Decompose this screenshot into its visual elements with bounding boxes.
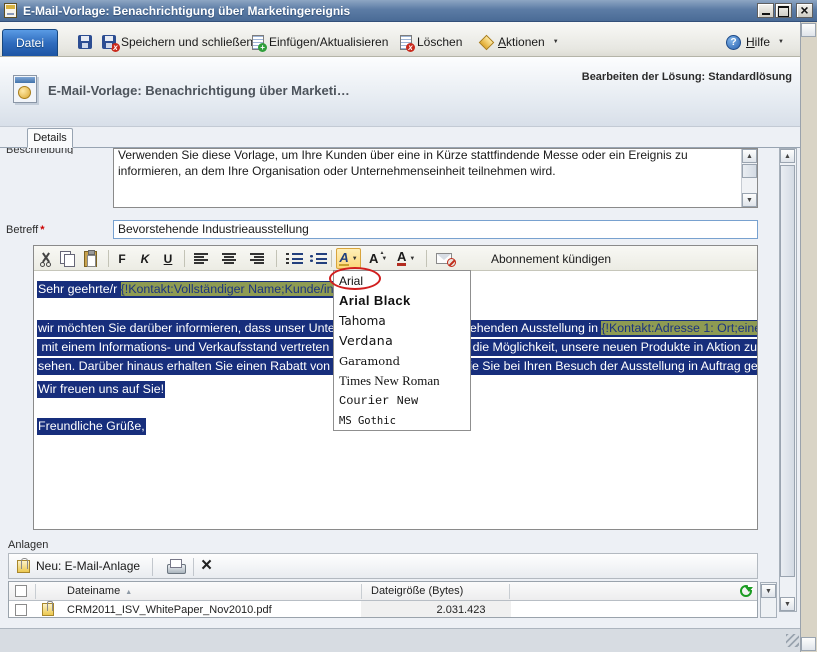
paste-icon[interactable] xyxy=(84,250,97,267)
solution-context-label: Bearbeiten der Lösung: Standardlösung xyxy=(582,71,792,83)
subject-label: Betreff* xyxy=(6,224,45,236)
attachment-icon xyxy=(17,560,30,573)
insert-update-button[interactable]: + Einfügen/Aktualisieren xyxy=(252,31,388,53)
minimize-button[interactable] xyxy=(757,3,774,18)
window-title: E-Mail-Vorlage: Benachrichtigung über Ma… xyxy=(23,4,350,18)
scroll-down-icon[interactable]: ▼ xyxy=(742,193,757,207)
window-scroll-down-button[interactable] xyxy=(801,637,816,651)
font-dropdown-menu: Arial Arial Black Tahoma Verdana Garamon… xyxy=(333,270,471,431)
save-and-close-button[interactable]: x Speichern und schließen xyxy=(102,31,253,53)
maximize-button[interactable] xyxy=(775,3,792,18)
column-header-filename[interactable]: Dateiname xyxy=(67,585,132,597)
contact-city-token: {!Kontakt:Adresse 1: Ort;einer Stadt in … xyxy=(601,321,757,335)
font-option-garamond[interactable]: Garamond xyxy=(334,351,470,371)
bullet-list-icon[interactable] xyxy=(310,250,327,267)
font-option-arial-black[interactable]: Arial Black xyxy=(334,291,470,311)
numbered-list-icon[interactable] xyxy=(286,250,303,267)
actions-icon xyxy=(478,35,493,49)
font-option-tahoma[interactable]: Tahoma xyxy=(334,311,470,331)
window-scroll-up-button[interactable] xyxy=(801,23,816,37)
align-center-icon[interactable] xyxy=(222,250,236,267)
form-scrollbar[interactable]: ▲ ▼ xyxy=(779,148,797,612)
form-scroll-up-icon[interactable]: ▲ xyxy=(780,149,795,163)
delete-button[interactable]: x Löschen xyxy=(400,31,462,53)
description-textarea[interactable]: Verwenden Sie diese Vorlage, um Ihre Kun… xyxy=(113,148,758,208)
grid-scroll-down-icon[interactable]: ▼ xyxy=(761,584,776,598)
subject-input[interactable]: Bevorstehende Industrieausstellung xyxy=(113,220,758,239)
description-scrollbar[interactable]: ▲ ▼ xyxy=(741,149,757,207)
title-bar: E-Mail-Vorlage: Benachrichtigung über Ma… xyxy=(0,0,817,22)
font-option-ms-gothic[interactable]: MS Gothic xyxy=(334,411,470,431)
scroll-up-icon[interactable]: ▲ xyxy=(742,149,757,163)
row-checkbox[interactable] xyxy=(15,604,27,616)
attachments-toolbar: Neu: E-Mail-Anlage × xyxy=(8,553,758,579)
form-scroll-down-icon[interactable]: ▼ xyxy=(780,597,795,611)
description-label: Beschreibung xyxy=(6,148,106,154)
window-icon xyxy=(4,3,17,18)
font-color-button[interactable]: A xyxy=(397,250,415,267)
resize-grip[interactable] xyxy=(786,634,799,647)
save-button[interactable] xyxy=(78,31,92,53)
new-attachment-button[interactable]: Neu: E-Mail-Anlage xyxy=(17,559,140,573)
window-scrollbar[interactable] xyxy=(800,22,817,652)
print-icon[interactable] xyxy=(167,559,184,574)
contact-name-token: {!Kontakt:Vollständiger Name;Kunde/in} xyxy=(121,282,338,296)
grid-scrollbar[interactable]: ▼ xyxy=(760,582,777,618)
align-right-icon[interactable] xyxy=(250,250,264,267)
closing-line-1: Wir freuen uns auf Sie! xyxy=(37,381,165,398)
font-option-times-new-roman[interactable]: Times New Roman xyxy=(334,371,470,391)
delete-icon: x xyxy=(400,35,412,50)
font-family-button[interactable]: A xyxy=(336,248,361,269)
unsubscribe-button[interactable]: Abonnement kündigen xyxy=(491,252,611,266)
record-header: E-Mail-Vorlage: Benachrichtigung über Ma… xyxy=(0,57,817,127)
closing-line-2: Freundliche Grüße, xyxy=(37,418,146,435)
help-menu-button[interactable]: ? Hilfe xyxy=(726,31,784,53)
font-size-button[interactable]: A xyxy=(369,250,387,267)
grid-header-row: Dateiname Dateigröße (Bytes) xyxy=(9,582,757,601)
tab-details[interactable]: Details xyxy=(27,128,73,148)
scrollbar-thumb[interactable] xyxy=(742,164,757,178)
attachment-filename: CRM2011_ISV_WhitePaper_Nov2010.pdf xyxy=(67,604,272,616)
font-option-verdana[interactable]: Verdana xyxy=(334,331,470,351)
copy-icon[interactable] xyxy=(60,250,74,267)
attachment-row[interactable]: CRM2011_ISV_WhitePaper_Nov2010.pdf 2.031… xyxy=(9,601,757,618)
ribbon-toolbar: Datei x Speichern und schließen + Einfüg… xyxy=(0,22,817,57)
page-title: E-Mail-Vorlage: Benachrichtigung über Ma… xyxy=(48,83,350,98)
save-close-icon: x xyxy=(102,35,116,49)
attachments-section-label: Anlagen xyxy=(8,539,48,551)
column-header-filesize[interactable]: Dateigröße (Bytes) xyxy=(371,585,463,597)
align-left-icon[interactable] xyxy=(194,250,208,267)
font-option-courier-new[interactable]: Courier New xyxy=(334,391,470,411)
font-option-arial[interactable]: Arial xyxy=(334,271,470,291)
greeting-line: Sehr geehrte/r {!Kontakt:Vollständiger N… xyxy=(37,281,342,298)
close-button[interactable] xyxy=(796,3,813,18)
delete-attachment-icon[interactable]: × xyxy=(201,556,212,576)
insert-update-icon: + xyxy=(252,35,264,50)
attachments-grid: Dateiname Dateigröße (Bytes) CRM2011_ISV… xyxy=(8,581,758,618)
select-all-checkbox[interactable] xyxy=(15,585,27,597)
editor-toolbar: F K U A A A Abonnement kündigen xyxy=(34,246,757,271)
unsubscribe-icon[interactable] xyxy=(436,250,452,267)
italic-button[interactable]: K xyxy=(137,250,153,267)
attachment-filesize: 2.031.423 xyxy=(411,604,511,616)
file-attachment-icon xyxy=(42,603,54,616)
save-icon xyxy=(78,35,92,49)
bold-button[interactable]: F xyxy=(114,250,130,267)
underline-button[interactable]: U xyxy=(160,250,176,267)
refresh-icon[interactable] xyxy=(740,585,752,597)
form-scrollbar-thumb[interactable] xyxy=(780,165,795,577)
file-tab[interactable]: Datei xyxy=(2,29,58,56)
email-template-icon xyxy=(13,75,37,103)
actions-menu-button[interactable]: Aktionen xyxy=(478,31,559,53)
status-footer xyxy=(0,628,800,652)
help-icon: ? xyxy=(726,35,741,50)
cut-icon[interactable] xyxy=(38,250,54,267)
